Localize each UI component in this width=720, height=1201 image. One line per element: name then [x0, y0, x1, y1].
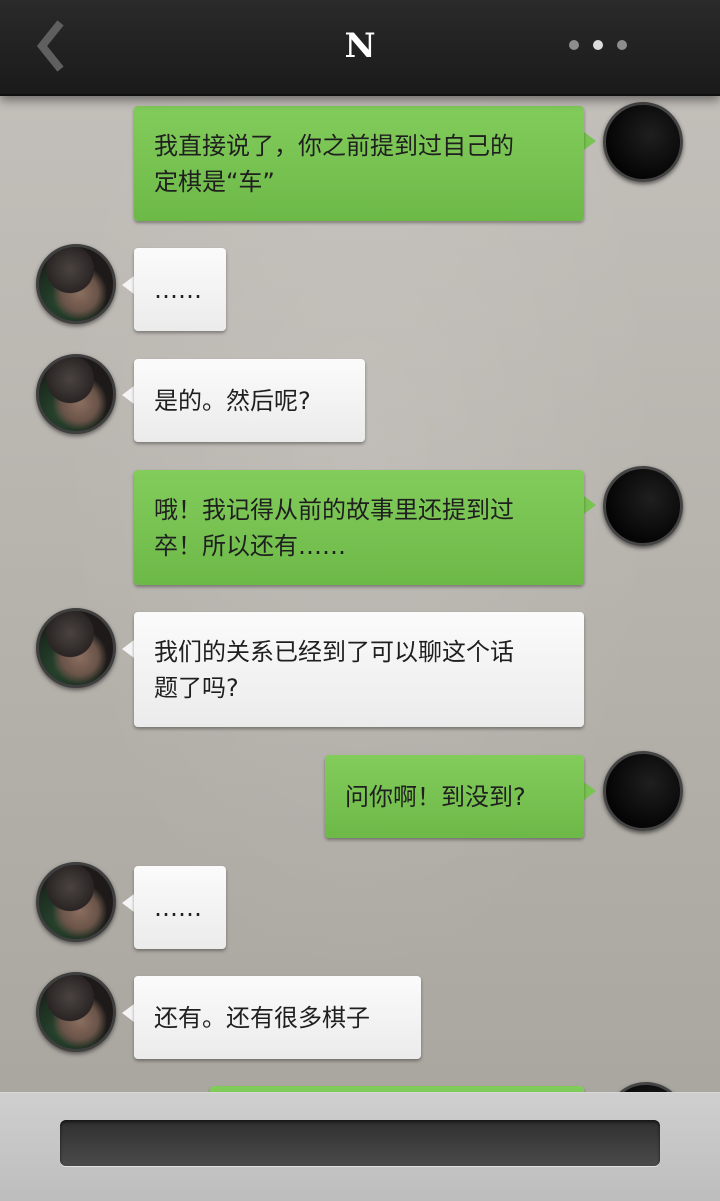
- message-text: 是的。然后呢?: [154, 386, 311, 415]
- message-bubble[interactable]: 问你啊！到没到?: [325, 755, 584, 838]
- user-avatar[interactable]: [603, 751, 683, 831]
- bubble-tail: [584, 132, 596, 150]
- message-text: 哦！我记得从前的故事里还提到过 卒！所以还有……: [154, 495, 514, 560]
- bubble-tail: [122, 386, 134, 404]
- contact-avatar[interactable]: [36, 972, 116, 1052]
- message-bubble[interactable]: 还有。还有很多棋子: [134, 976, 421, 1059]
- message-bubble[interactable]: 我们的关系已经到了可以聊这个话 题了吗?: [134, 612, 584, 727]
- bubble-tail: [122, 894, 134, 912]
- bubble-tail: [122, 1004, 134, 1022]
- message-text: 还有。还有很多棋子: [154, 1003, 370, 1032]
- bubble-tail: [122, 640, 134, 658]
- contact-avatar[interactable]: [36, 608, 116, 688]
- contact-avatar[interactable]: [36, 244, 116, 324]
- more-options-icon[interactable]: [560, 30, 640, 60]
- composer-bar: [0, 1092, 720, 1201]
- contact-avatar[interactable]: [36, 354, 116, 434]
- user-avatar[interactable]: [606, 1082, 686, 1092]
- message-bubble[interactable]: 是的。然后呢?: [134, 359, 365, 442]
- message-bubble[interactable]: 我直接说了，你之前提到过自己的 定棋是“车”: [134, 106, 584, 221]
- bubble-tail: [584, 496, 596, 514]
- message-text: 我们的关系已经到了可以聊这个话 题了吗?: [154, 637, 514, 702]
- user-avatar[interactable]: [603, 466, 683, 546]
- message-text: 我直接说了，你之前提到过自己的 定棋是“车”: [154, 131, 514, 196]
- message-text: 问你啊！到没到?: [345, 782, 526, 811]
- bubble-tail: [584, 782, 596, 800]
- message-bubble[interactable]: 哦！我记得从前的故事里还提到过 卒！所以还有……: [134, 470, 584, 585]
- dot-icon: [569, 40, 579, 50]
- bubble-tail: [122, 276, 134, 294]
- message-input[interactable]: [60, 1120, 660, 1166]
- dot-icon: [593, 40, 603, 50]
- message-text: ……: [154, 893, 202, 922]
- dot-icon: [617, 40, 627, 50]
- user-avatar[interactable]: [603, 102, 683, 182]
- message-bubble[interactable]: ……: [134, 248, 226, 331]
- contact-avatar[interactable]: [36, 862, 116, 942]
- message-text: ……: [154, 275, 202, 304]
- message-list[interactable]: 我直接说了，你之前提到过自己的 定棋是“车” …… 是的。然后呢? 哦！我记得从…: [0, 96, 720, 1092]
- top-bar: N: [0, 0, 720, 96]
- message-bubble[interactable]: ……: [134, 866, 226, 949]
